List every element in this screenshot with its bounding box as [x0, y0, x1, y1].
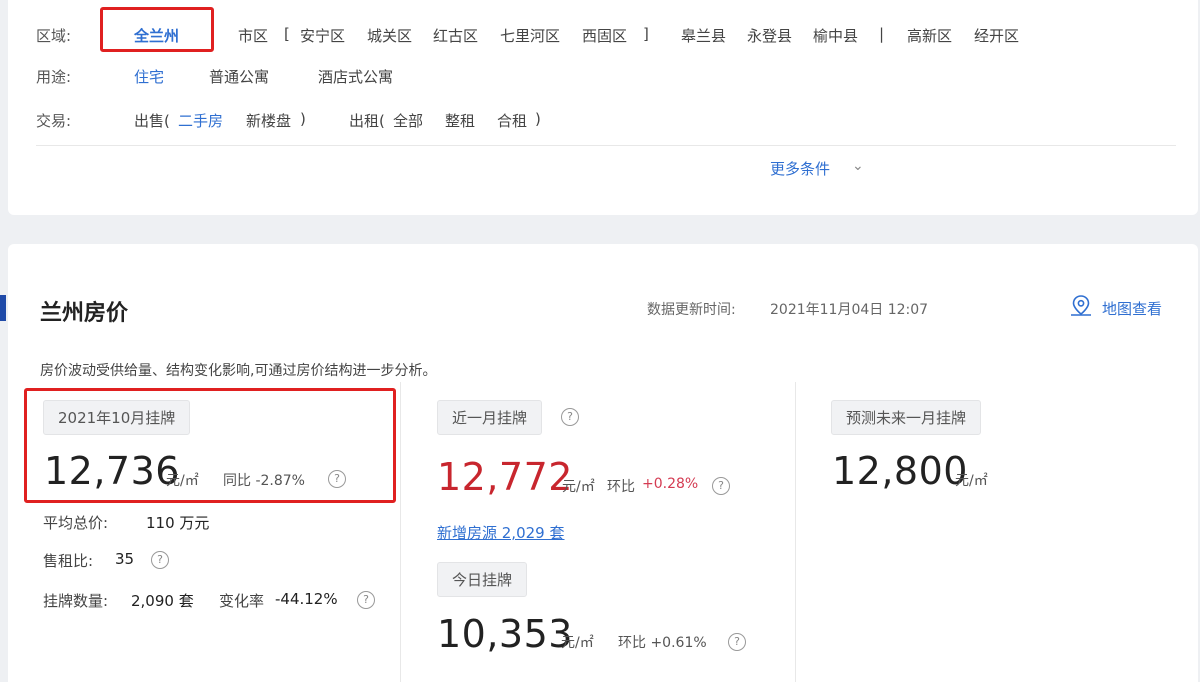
- rent-whole[interactable]: 整租: [445, 110, 475, 131]
- county-yongdeng[interactable]: 永登县: [747, 25, 792, 46]
- bracket-close: ]: [643, 25, 649, 43]
- trade-new[interactable]: 新楼盘: [246, 110, 291, 131]
- today-mom: 环比 +0.61%: [618, 635, 707, 651]
- chevron-down-icon[interactable]: ⌄: [852, 158, 864, 174]
- region-separator: |: [879, 25, 885, 43]
- page-title: 兰州房价: [40, 301, 129, 326]
- district-chengguan[interactable]: 城关区: [367, 25, 412, 46]
- highlight-box: [100, 7, 214, 52]
- bracket-open: [: [284, 25, 290, 43]
- trade-sale-close: ): [300, 110, 306, 128]
- today-tag: 今日挂牌: [437, 562, 528, 597]
- county-yuzhong[interactable]: 榆中县: [813, 25, 858, 46]
- listing-count-label: 挂牌数量:: [43, 592, 109, 610]
- rent-all[interactable]: 全部: [393, 110, 423, 131]
- help-icon[interactable]: ?: [712, 477, 730, 495]
- help-icon[interactable]: ?: [561, 408, 579, 426]
- section-marker: [0, 295, 6, 321]
- listing-count-value: 2,090 套: [131, 592, 194, 610]
- avg-total-label: 平均总价:: [43, 514, 109, 532]
- map-view-link[interactable]: 地图查看: [1102, 298, 1162, 319]
- change-rate-label: 变化率: [219, 592, 265, 610]
- highlight-box-price: [24, 388, 396, 503]
- change-rate-value: -44.12%: [275, 590, 338, 608]
- recent-price: 12,772: [437, 455, 573, 499]
- usage-residential[interactable]: 住宅: [134, 66, 164, 87]
- rent-ratio-value: 35: [115, 550, 135, 568]
- forecast-tag: 预测未来一月挂牌: [831, 400, 982, 435]
- help-icon[interactable]: ?: [151, 551, 169, 569]
- column-divider-1: [400, 382, 401, 682]
- region-city[interactable]: 市区: [238, 25, 268, 46]
- recent-unit: 元/㎡: [562, 479, 595, 495]
- district-qilihe[interactable]: 七里河区: [500, 25, 560, 46]
- rent-shared[interactable]: 合租: [497, 110, 527, 131]
- today-price: 10,353: [437, 612, 573, 656]
- map-pin-icon[interactable]: [1068, 293, 1094, 323]
- update-label: 数据更新时间:: [647, 302, 736, 318]
- zone-gaoxin[interactable]: 高新区: [907, 25, 952, 46]
- zone-jingkai[interactable]: 经开区: [974, 25, 1019, 46]
- new-listings-link[interactable]: 新增房源 2,029 套: [437, 522, 564, 543]
- help-icon[interactable]: ?: [728, 633, 746, 651]
- more-conditions-button[interactable]: 更多条件: [770, 158, 830, 179]
- column-divider-2: [795, 382, 796, 682]
- district-honggu[interactable]: 红古区: [433, 25, 478, 46]
- filter-divider: [36, 145, 1176, 146]
- recent-tag: 近一月挂牌: [437, 400, 543, 435]
- trade-second-hand[interactable]: 二手房: [178, 110, 223, 131]
- forecast-unit: 元/㎡: [955, 473, 988, 489]
- county-gaolan[interactable]: 皋兰县: [681, 25, 726, 46]
- trade-rent[interactable]: 出租(: [349, 110, 385, 131]
- trade-label: 交易:: [36, 112, 72, 130]
- trade-sale[interactable]: 出售(: [134, 110, 170, 131]
- avg-total-value: 110 万元: [146, 514, 210, 532]
- district-anning[interactable]: 安宁区: [300, 25, 345, 46]
- usage-hotel-apartment[interactable]: 酒店式公寓: [318, 66, 393, 87]
- price-description: 房价波动受供给量、结构变化影响,可通过房价结构进一步分析。: [40, 363, 437, 379]
- region-label: 区域:: [36, 27, 72, 45]
- trade-rent-close: ): [535, 110, 541, 128]
- forecast-price: 12,800: [832, 449, 968, 493]
- recent-mom-label: 环比: [607, 479, 635, 495]
- usage-apartment[interactable]: 普通公寓: [209, 66, 269, 87]
- usage-label: 用途:: [36, 68, 72, 86]
- rent-ratio-label: 售租比:: [43, 552, 94, 570]
- help-icon[interactable]: ?: [357, 591, 375, 609]
- recent-mom-value: +0.28%: [642, 476, 699, 492]
- today-unit: 元/㎡: [561, 635, 594, 651]
- district-xigu[interactable]: 西固区: [582, 25, 627, 46]
- update-time: 2021年11月04日 12:07: [770, 302, 929, 318]
